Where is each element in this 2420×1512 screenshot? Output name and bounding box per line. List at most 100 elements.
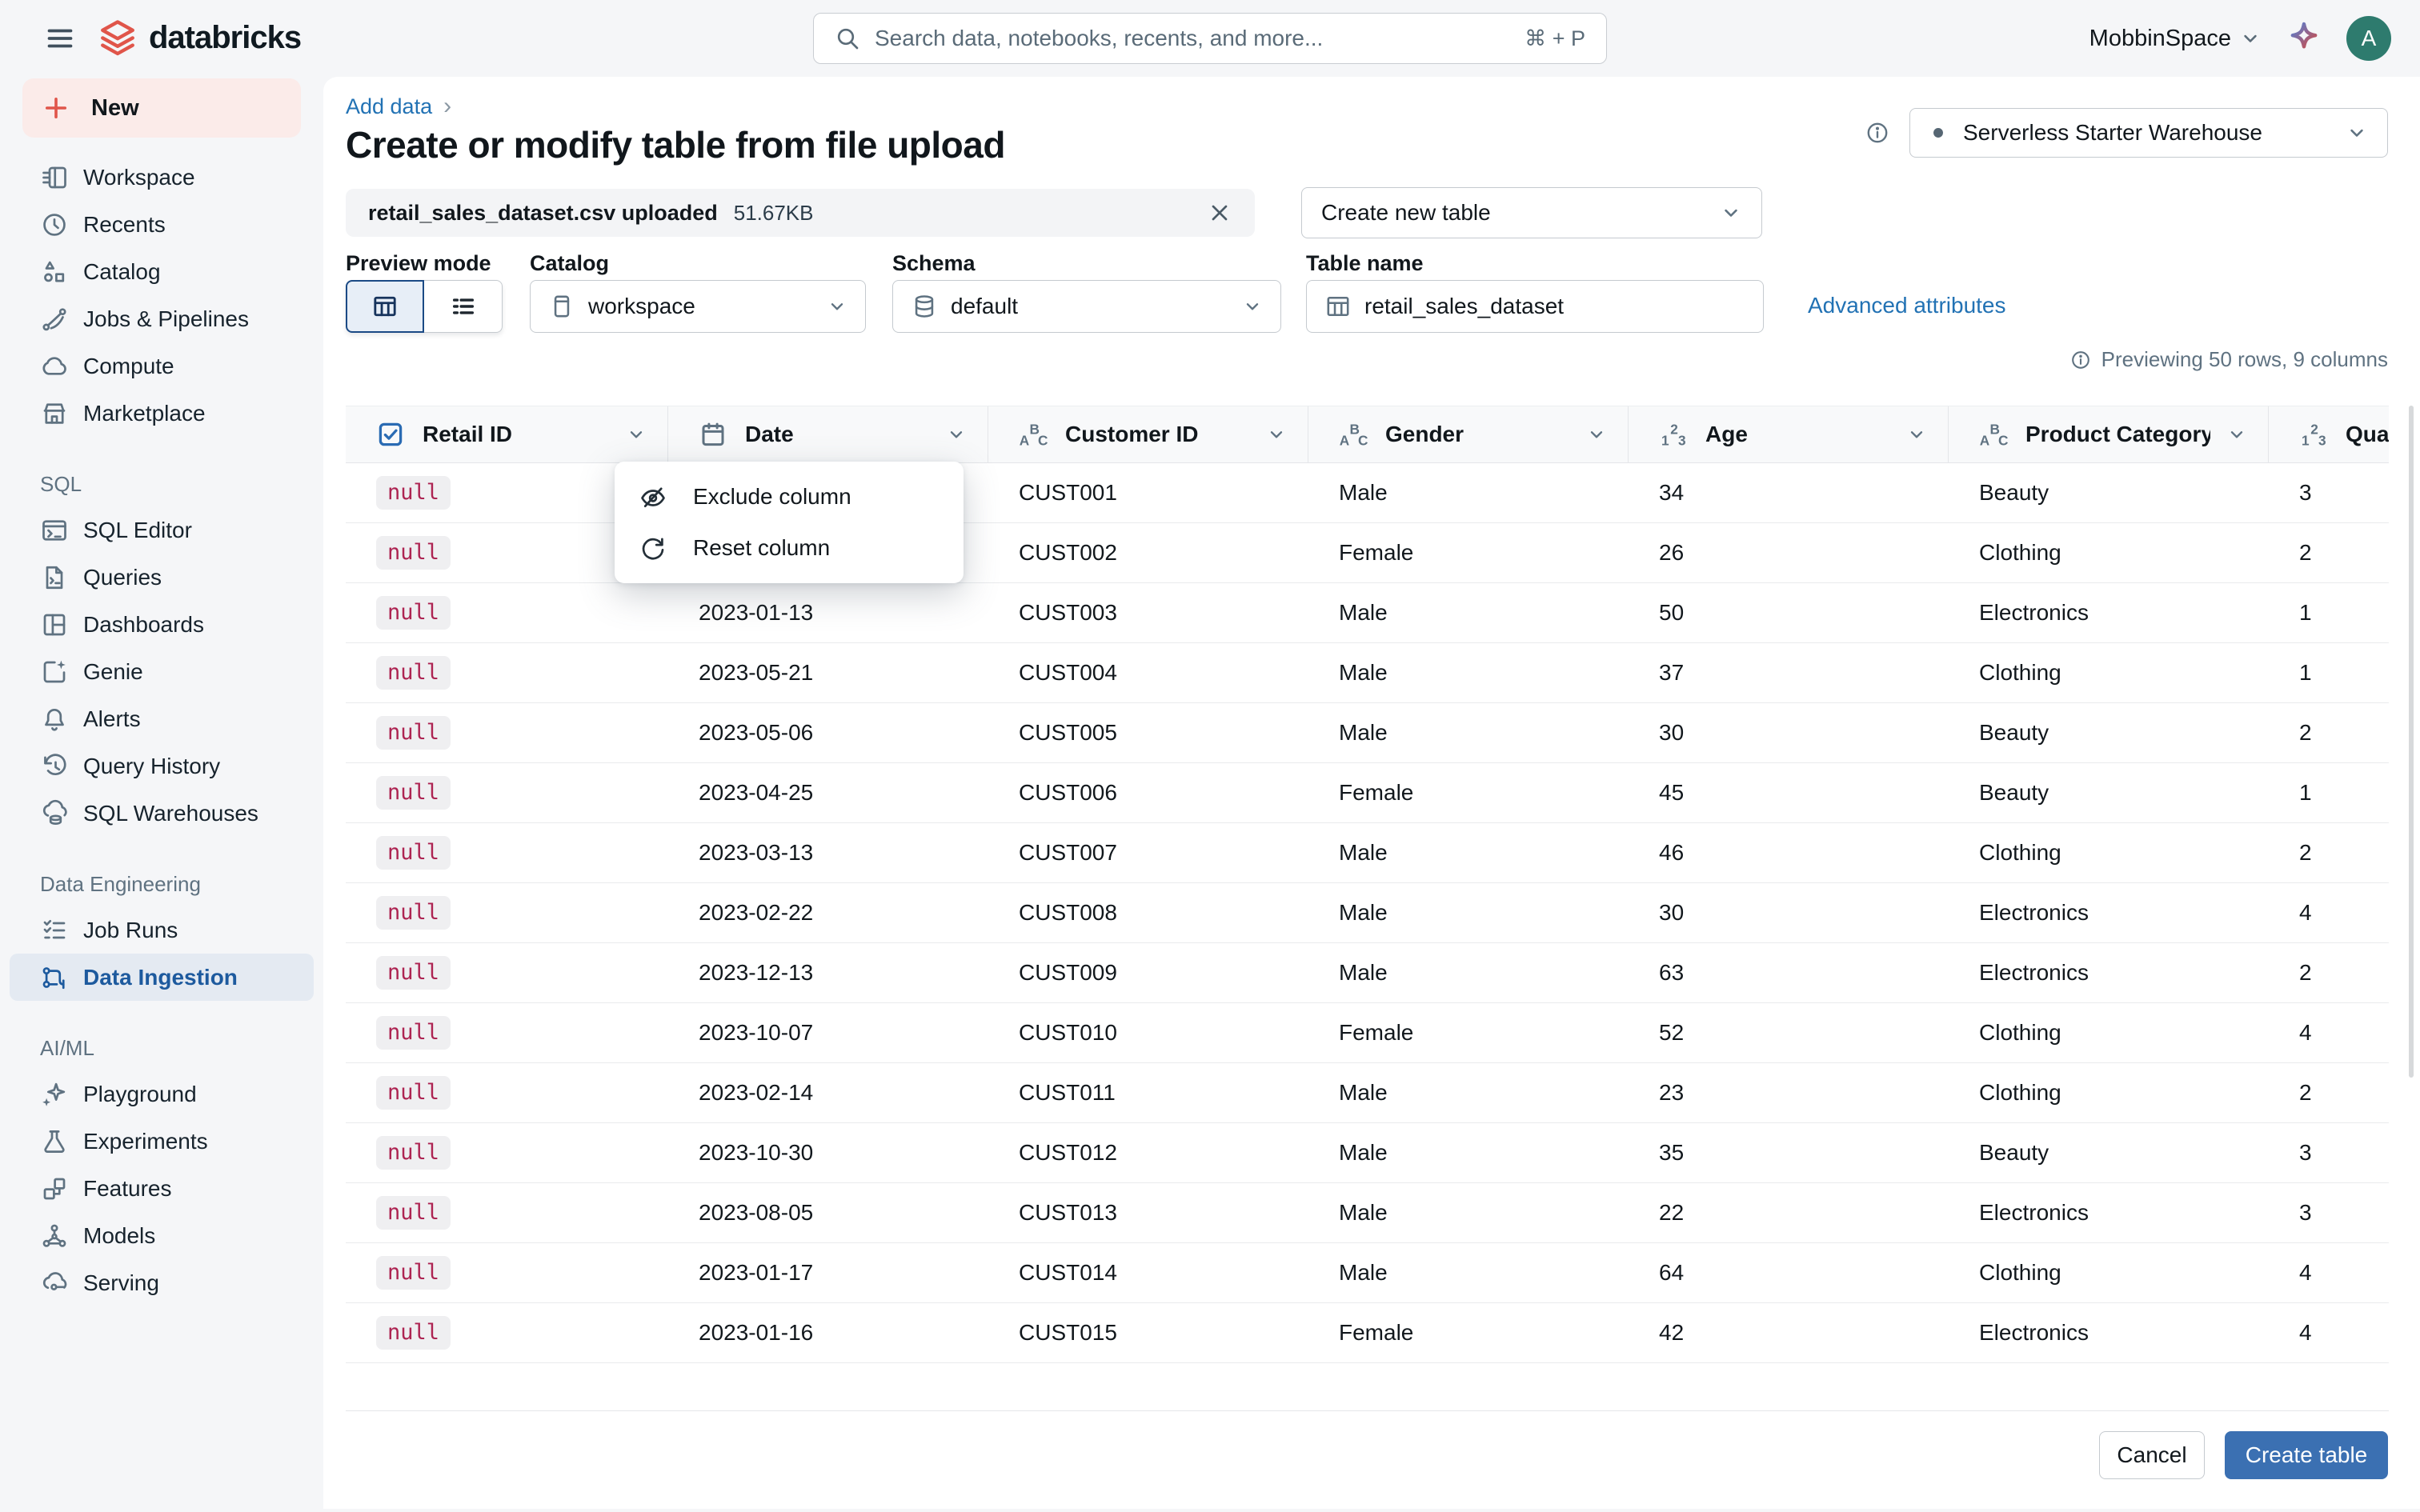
column-label: Gender	[1385, 422, 1464, 446]
hamburger-menu-icon[interactable]	[45, 23, 75, 54]
table-cell: CUST010	[1019, 1020, 1117, 1045]
eye-off-icon	[639, 482, 667, 511]
warehouse-name: Serverless Starter Warehouse	[1963, 120, 2262, 145]
sidebar-item-catalog[interactable]: Catalog	[10, 248, 314, 295]
table-cell: Male	[1339, 480, 1388, 505]
schema-dropdown[interactable]: default	[892, 280, 1281, 333]
column-label: Customer ID	[1065, 422, 1199, 446]
new-button[interactable]: New	[22, 78, 301, 138]
assistant-sparkle-icon[interactable]	[2286, 20, 2322, 57]
list-view-button[interactable]	[424, 280, 503, 333]
sidebar-item-models[interactable]: Models	[10, 1212, 314, 1259]
table-cell: 4	[2299, 1260, 2312, 1285]
remove-file-icon[interactable]	[1207, 200, 1232, 226]
sidebar-section-sql: SQL	[40, 472, 82, 496]
sidebar-item-query-history[interactable]: Query History	[10, 742, 314, 790]
search-input[interactable]	[875, 26, 1511, 51]
column-header-date[interactable]: Date	[668, 406, 988, 462]
table-row: null 2023-03-13 CUST007 Male 46 Clothing 2	[346, 823, 2389, 883]
catalog-dropdown[interactable]: workspace	[530, 280, 866, 333]
svg-text:C: C	[1038, 433, 1048, 449]
table-mode-value: Create new table	[1321, 200, 1491, 225]
grid-view-button[interactable]	[346, 280, 424, 333]
table-cell: null	[346, 896, 668, 930]
svg-text:A: A	[1980, 433, 1989, 449]
preview-mode-toggle	[346, 280, 503, 333]
sidebar-item-playground[interactable]: Playground	[10, 1070, 314, 1118]
table-cell: CUST004	[1019, 660, 1117, 685]
sidebar-item-serving[interactable]: Serving	[10, 1259, 314, 1306]
workspace-switcher[interactable]: MobbinSpace	[2089, 26, 2262, 52]
table-cell: Clothing	[1979, 1020, 2061, 1045]
avatar[interactable]: A	[2346, 16, 2391, 61]
advanced-attributes-link[interactable]: Advanced attributes	[1808, 293, 2006, 318]
table-cell: null	[346, 716, 668, 750]
column-header-gender[interactable]: A B C Gender	[1308, 406, 1629, 462]
cancel-button[interactable]: Cancel	[2099, 1431, 2205, 1479]
context-menu-item-label: Exclude column	[693, 484, 851, 509]
alerts-icon	[40, 705, 69, 734]
table-row: null 2023-10-30 CUST012 Male 35 Beauty 3	[346, 1123, 2389, 1183]
column-menu-chevron-icon[interactable]	[946, 424, 967, 445]
column-header-age[interactable]: 1 2 3 Age	[1629, 406, 1949, 462]
global-search[interactable]: ⌘ + P	[813, 13, 1607, 64]
column-header-customer-id[interactable]: A B C Customer ID	[988, 406, 1308, 462]
sidebar-item-genie[interactable]: Genie	[10, 648, 314, 695]
column-header-product-category[interactable]: A B C Product Category	[1949, 406, 2269, 462]
sidebar-item-experiments[interactable]: Experiments	[10, 1118, 314, 1165]
sidebar-item-job-runs[interactable]: Job Runs	[10, 906, 314, 954]
table-cell: null	[346, 1076, 668, 1110]
sidebar-item-features[interactable]: Features	[10, 1165, 314, 1212]
context-menu-item-reset-column[interactable]: Reset column	[615, 522, 964, 574]
sidebar-item-workspace[interactable]: Workspace	[10, 154, 314, 201]
table-mode-dropdown[interactable]: Create new table	[1301, 187, 1762, 238]
sidebar-item-label: Playground	[83, 1081, 197, 1106]
sidebar-item-alerts[interactable]: Alerts	[10, 695, 314, 742]
context-menu-item-exclude-column[interactable]: Exclude column	[615, 471, 964, 522]
column-header-retail-id[interactable]: Retail ID	[346, 406, 668, 462]
sidebar-item-jobs-pipelines[interactable]: Jobs & Pipelines	[10, 295, 314, 342]
create-table-button[interactable]: Create table	[2225, 1431, 2388, 1479]
top-bar: databricks ⌘ + P MobbinSpace A	[0, 0, 2420, 77]
column-menu-chevron-icon[interactable]	[1266, 424, 1287, 445]
sidebar-item-marketplace[interactable]: Marketplace	[10, 390, 314, 437]
sidebar-item-sql-editor[interactable]: SQL Editor	[10, 506, 314, 554]
table-row: null 2023-05-21 CUST004 Male 37 Clothing 1	[346, 643, 2389, 703]
number-type-icon: 123	[1659, 420, 1688, 449]
date-type-icon	[699, 420, 727, 449]
serving-icon	[40, 1269, 69, 1298]
string-type-icon: ABC	[1339, 420, 1368, 449]
sidebar-item-sql-warehouses[interactable]: SQL Warehouses	[10, 790, 314, 837]
compute-icon	[40, 352, 69, 381]
warehouse-selector[interactable]: Serverless Starter Warehouse	[1909, 108, 2388, 158]
sidebar-item-recents[interactable]: Recents	[10, 201, 314, 248]
table-row: null 2023-01-16 CUST015 Female 42 Electronics…	[346, 1303, 2389, 1363]
vertical-scrollbar[interactable]	[2409, 406, 2414, 1078]
table-cell: null	[346, 956, 668, 990]
table-name-field[interactable]	[1306, 280, 1764, 333]
column-header-quantity[interactable]: 123 Quantity	[2269, 406, 2389, 462]
warehouse-info-icon[interactable]	[1865, 120, 1890, 146]
sidebar-item-dashboards[interactable]: Dashboards	[10, 601, 314, 648]
column-menu-chevron-icon[interactable]	[626, 424, 647, 445]
sidebar-item-label: SQL Editor	[83, 517, 192, 542]
column-menu-chevron-icon[interactable]	[1906, 424, 1927, 445]
sidebar-item-label: Features	[83, 1175, 172, 1201]
null-value-pill: null	[376, 656, 451, 690]
breadcrumb-add-data-link[interactable]: Add data	[346, 94, 432, 119]
column-menu-chevron-icon[interactable]	[2226, 424, 2247, 445]
table-cell: null	[346, 836, 668, 870]
column-context-menu: Exclude column Reset column	[615, 462, 964, 583]
table-cell: null	[346, 1136, 668, 1170]
sidebar-item-compute[interactable]: Compute	[10, 342, 314, 390]
sidebar-item-queries[interactable]: Queries	[10, 554, 314, 601]
recents-icon	[40, 210, 69, 239]
column-menu-chevron-icon[interactable]	[1586, 424, 1607, 445]
table-cell: 45	[1659, 780, 1685, 805]
table-name-input[interactable]	[1364, 294, 1745, 319]
table-cell: 4	[2299, 1020, 2312, 1045]
table-cell: 2023-10-30	[699, 1140, 814, 1165]
sidebar: New Workspace Recents Catalog Jobs & Pipeli…	[0, 77, 323, 1512]
footer-divider	[346, 1410, 2389, 1411]
sidebar-item-data-ingestion[interactable]: Data Ingestion	[10, 954, 314, 1001]
